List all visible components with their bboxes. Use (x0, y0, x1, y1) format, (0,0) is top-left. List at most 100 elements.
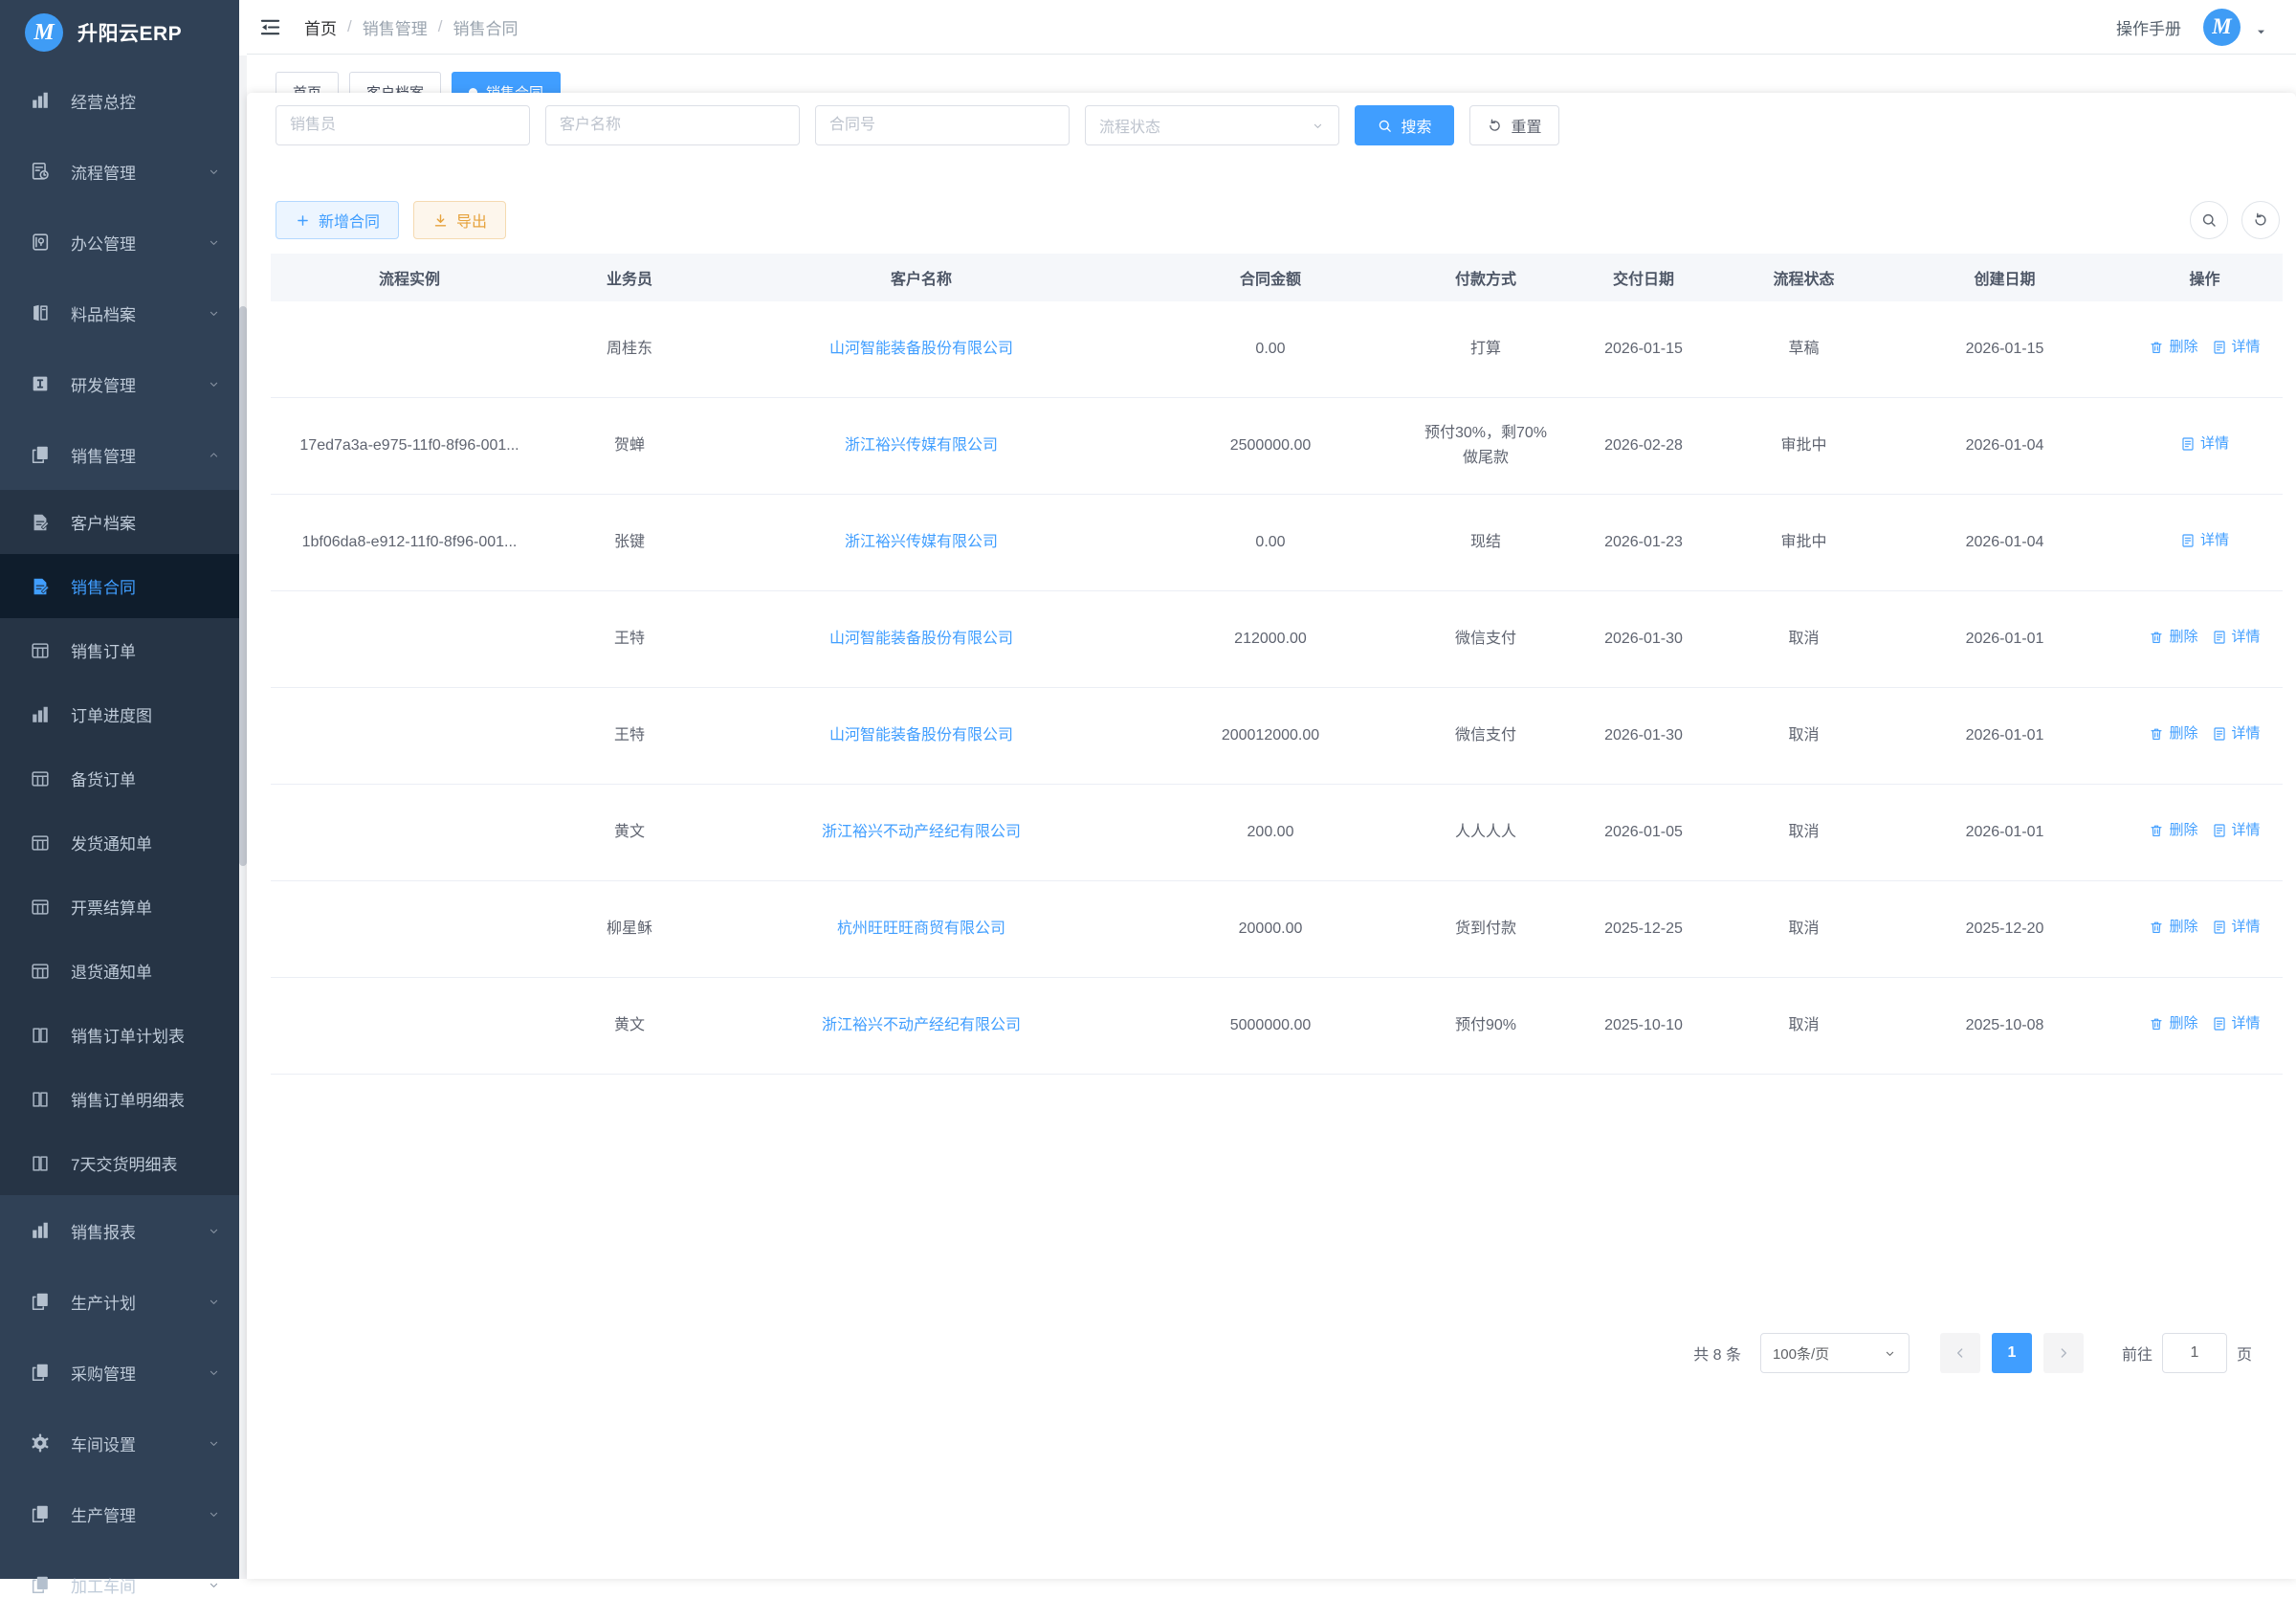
delete-link[interactable]: 删除 (2149, 915, 2197, 940)
sidebar-item[interactable]: 料品档案 (0, 277, 239, 348)
next-page-button[interactable] (2043, 1333, 2084, 1373)
chevron-down-icon (207, 377, 221, 391)
cell-payment: 微信支付 (1409, 591, 1562, 688)
refresh-icon (2252, 211, 2269, 229)
hamburger-fold-icon[interactable] (259, 16, 281, 38)
cell-salesman: 周桂东 (548, 301, 711, 398)
sidebar-item[interactable]: 车间设置 (0, 1408, 239, 1478)
sidebar-item[interactable]: 销售订单明细表 (0, 1067, 239, 1131)
cell-create-date: 2026-01-01 (1883, 591, 2127, 688)
sidebar-item[interactable]: 销售订单计划表 (0, 1003, 239, 1067)
chevron-down-icon (1311, 119, 1325, 133)
sidebar-item[interactable]: 备货订单 (0, 746, 239, 810)
export-button[interactable]: 导出 (413, 201, 506, 239)
breadcrumb-home[interactable]: 首页 (304, 15, 337, 39)
sidebar-item[interactable]: 客户档案 (0, 490, 239, 554)
detail-icon (2180, 533, 2196, 548)
detail-link[interactable]: 详情 (2212, 915, 2261, 940)
reset-button[interactable]: 重置 (1469, 105, 1559, 145)
cell-amount: 5000000.00 (1132, 978, 1409, 1075)
sidebar-item-label: 办公管理 (71, 231, 136, 255)
customer-link[interactable]: 山河智能装备股份有限公司 (829, 341, 1013, 357)
customer-link[interactable]: 浙江裕兴传媒有限公司 (845, 534, 998, 550)
sidebar-item-label: 退货通知单 (71, 959, 152, 983)
column-header: 付款方式 (1409, 254, 1562, 301)
cell-flow-instance (271, 301, 548, 398)
main-area: 首页 / 销售管理 / 销售合同 操作手册 M 首页客户档案销售合同 流程状态 … (247, 0, 2296, 1579)
filter-bar: 流程状态 搜索 重置 (276, 105, 1559, 145)
sidebar-item[interactable]: 经营总控 (0, 65, 239, 136)
table-row: 黄文浙江裕兴不动产经纪有限公司5000000.00预付90%2025-10-10… (271, 978, 2283, 1075)
customer-link[interactable]: 浙江裕兴不动产经纪有限公司 (822, 824, 1021, 840)
sidebar-item[interactable]: 流程管理 (0, 136, 239, 207)
sidebar-item[interactable]: 发货通知单 (0, 810, 239, 875)
sidebar-item[interactable]: 销售合同 (0, 554, 239, 618)
sidebar-item[interactable]: 采购管理 (0, 1337, 239, 1408)
sidebar-item[interactable]: 开票结算单 (0, 875, 239, 939)
sidebar-item[interactable]: 订单进度图 (0, 682, 239, 746)
contract-no-input[interactable] (815, 105, 1070, 145)
sidebar-item[interactable]: 7天交货明细表 (0, 1131, 239, 1195)
delete-link[interactable]: 删除 (2149, 1011, 2197, 1036)
cell-amount: 212000.00 (1132, 591, 1409, 688)
detail-link[interactable]: 详情 (2212, 625, 2261, 650)
page-number-button[interactable]: 1 (1992, 1333, 2032, 1373)
detail-link[interactable]: 详情 (2180, 432, 2229, 456)
cell-customer: 山河智能装备股份有限公司 (711, 301, 1132, 398)
chevron-down-icon (207, 235, 221, 250)
cell-flow-instance (271, 978, 548, 1075)
salesman-input[interactable] (276, 105, 530, 145)
bar-chart-icon (30, 704, 51, 725)
cell-amount: 20000.00 (1132, 881, 1409, 978)
delete-link[interactable]: 删除 (2149, 818, 2197, 843)
detail-link[interactable]: 详情 (2180, 528, 2229, 553)
page-size-select[interactable]: 100条/页 (1760, 1333, 1910, 1373)
detail-link[interactable]: 详情 (2212, 1011, 2261, 1036)
book-icon (30, 1089, 51, 1110)
chevron-down-icon (1883, 1346, 1897, 1361)
goto-page-input[interactable] (2162, 1333, 2227, 1373)
avatar[interactable]: M (2203, 9, 2241, 46)
customer-link[interactable]: 浙江裕兴传媒有限公司 (845, 437, 998, 454)
chevron-up-icon (207, 448, 221, 462)
table-search-button[interactable] (2190, 201, 2228, 239)
office-icon (30, 232, 51, 253)
sidebar-item[interactable]: 销售管理 (0, 419, 239, 490)
manual-link[interactable]: 操作手册 (2116, 15, 2181, 39)
delete-link[interactable]: 删除 (2149, 721, 2197, 746)
detail-icon (2212, 726, 2227, 742)
customer-link[interactable]: 浙江裕兴不动产经纪有限公司 (822, 1017, 1021, 1033)
cell-payment: 预付90% (1409, 978, 1562, 1075)
detail-link[interactable]: 详情 (2212, 818, 2261, 843)
cell-flow-instance: 1bf06da8-e912-11f0-8f96-001... (271, 495, 548, 591)
table-row: 王特山河智能装备股份有限公司212000.00微信支付2026-01-30取消2… (271, 591, 2283, 688)
detail-link[interactable]: 详情 (2212, 721, 2261, 746)
sidebar-item[interactable]: 生产计划 (0, 1266, 239, 1337)
customer-link[interactable]: 山河智能装备股份有限公司 (829, 727, 1013, 743)
search-button[interactable]: 搜索 (1355, 105, 1454, 145)
detail-link[interactable]: 详情 (2212, 335, 2261, 360)
customer-name-input[interactable] (545, 105, 800, 145)
cell-salesman: 张键 (548, 495, 711, 591)
prev-page-button[interactable] (1940, 1333, 1980, 1373)
sidebar-item[interactable]: 办公管理 (0, 207, 239, 277)
cell-amount: 200.00 (1132, 785, 1409, 881)
sidebar-item[interactable]: 加工车间 (0, 1549, 239, 1620)
flow-status-select[interactable]: 流程状态 (1085, 105, 1339, 145)
sidebar-item[interactable]: 销售订单 (0, 618, 239, 682)
delete-link[interactable]: 删除 (2149, 335, 2197, 360)
sidebar-item[interactable]: 退货通知单 (0, 939, 239, 1003)
table-row: 1bf06da8-e912-11f0-8f96-001...张键 浙江裕兴传媒有限… (271, 495, 2283, 591)
customer-link[interactable]: 山河智能装备股份有限公司 (829, 631, 1013, 647)
sidebar-item[interactable]: 生产管理 (0, 1478, 239, 1549)
sidebar-item[interactable]: 研发管理 (0, 348, 239, 419)
sidebar-item[interactable]: 销售报表 (0, 1195, 239, 1266)
add-contract-button[interactable]: 新增合同 (276, 201, 399, 239)
caret-down-icon[interactable] (2255, 26, 2267, 38)
cell-actions: 删除详情 (2127, 978, 2283, 1075)
customer-link[interactable]: 杭州旺旺旺商贸有限公司 (837, 921, 1005, 937)
delete-link[interactable]: 删除 (2149, 625, 2197, 650)
scrollbar-thumb[interactable] (239, 306, 247, 866)
pagination: 共 8 条 100条/页 1 前往 页 (1693, 1333, 2252, 1373)
table-refresh-button[interactable] (2241, 201, 2280, 239)
